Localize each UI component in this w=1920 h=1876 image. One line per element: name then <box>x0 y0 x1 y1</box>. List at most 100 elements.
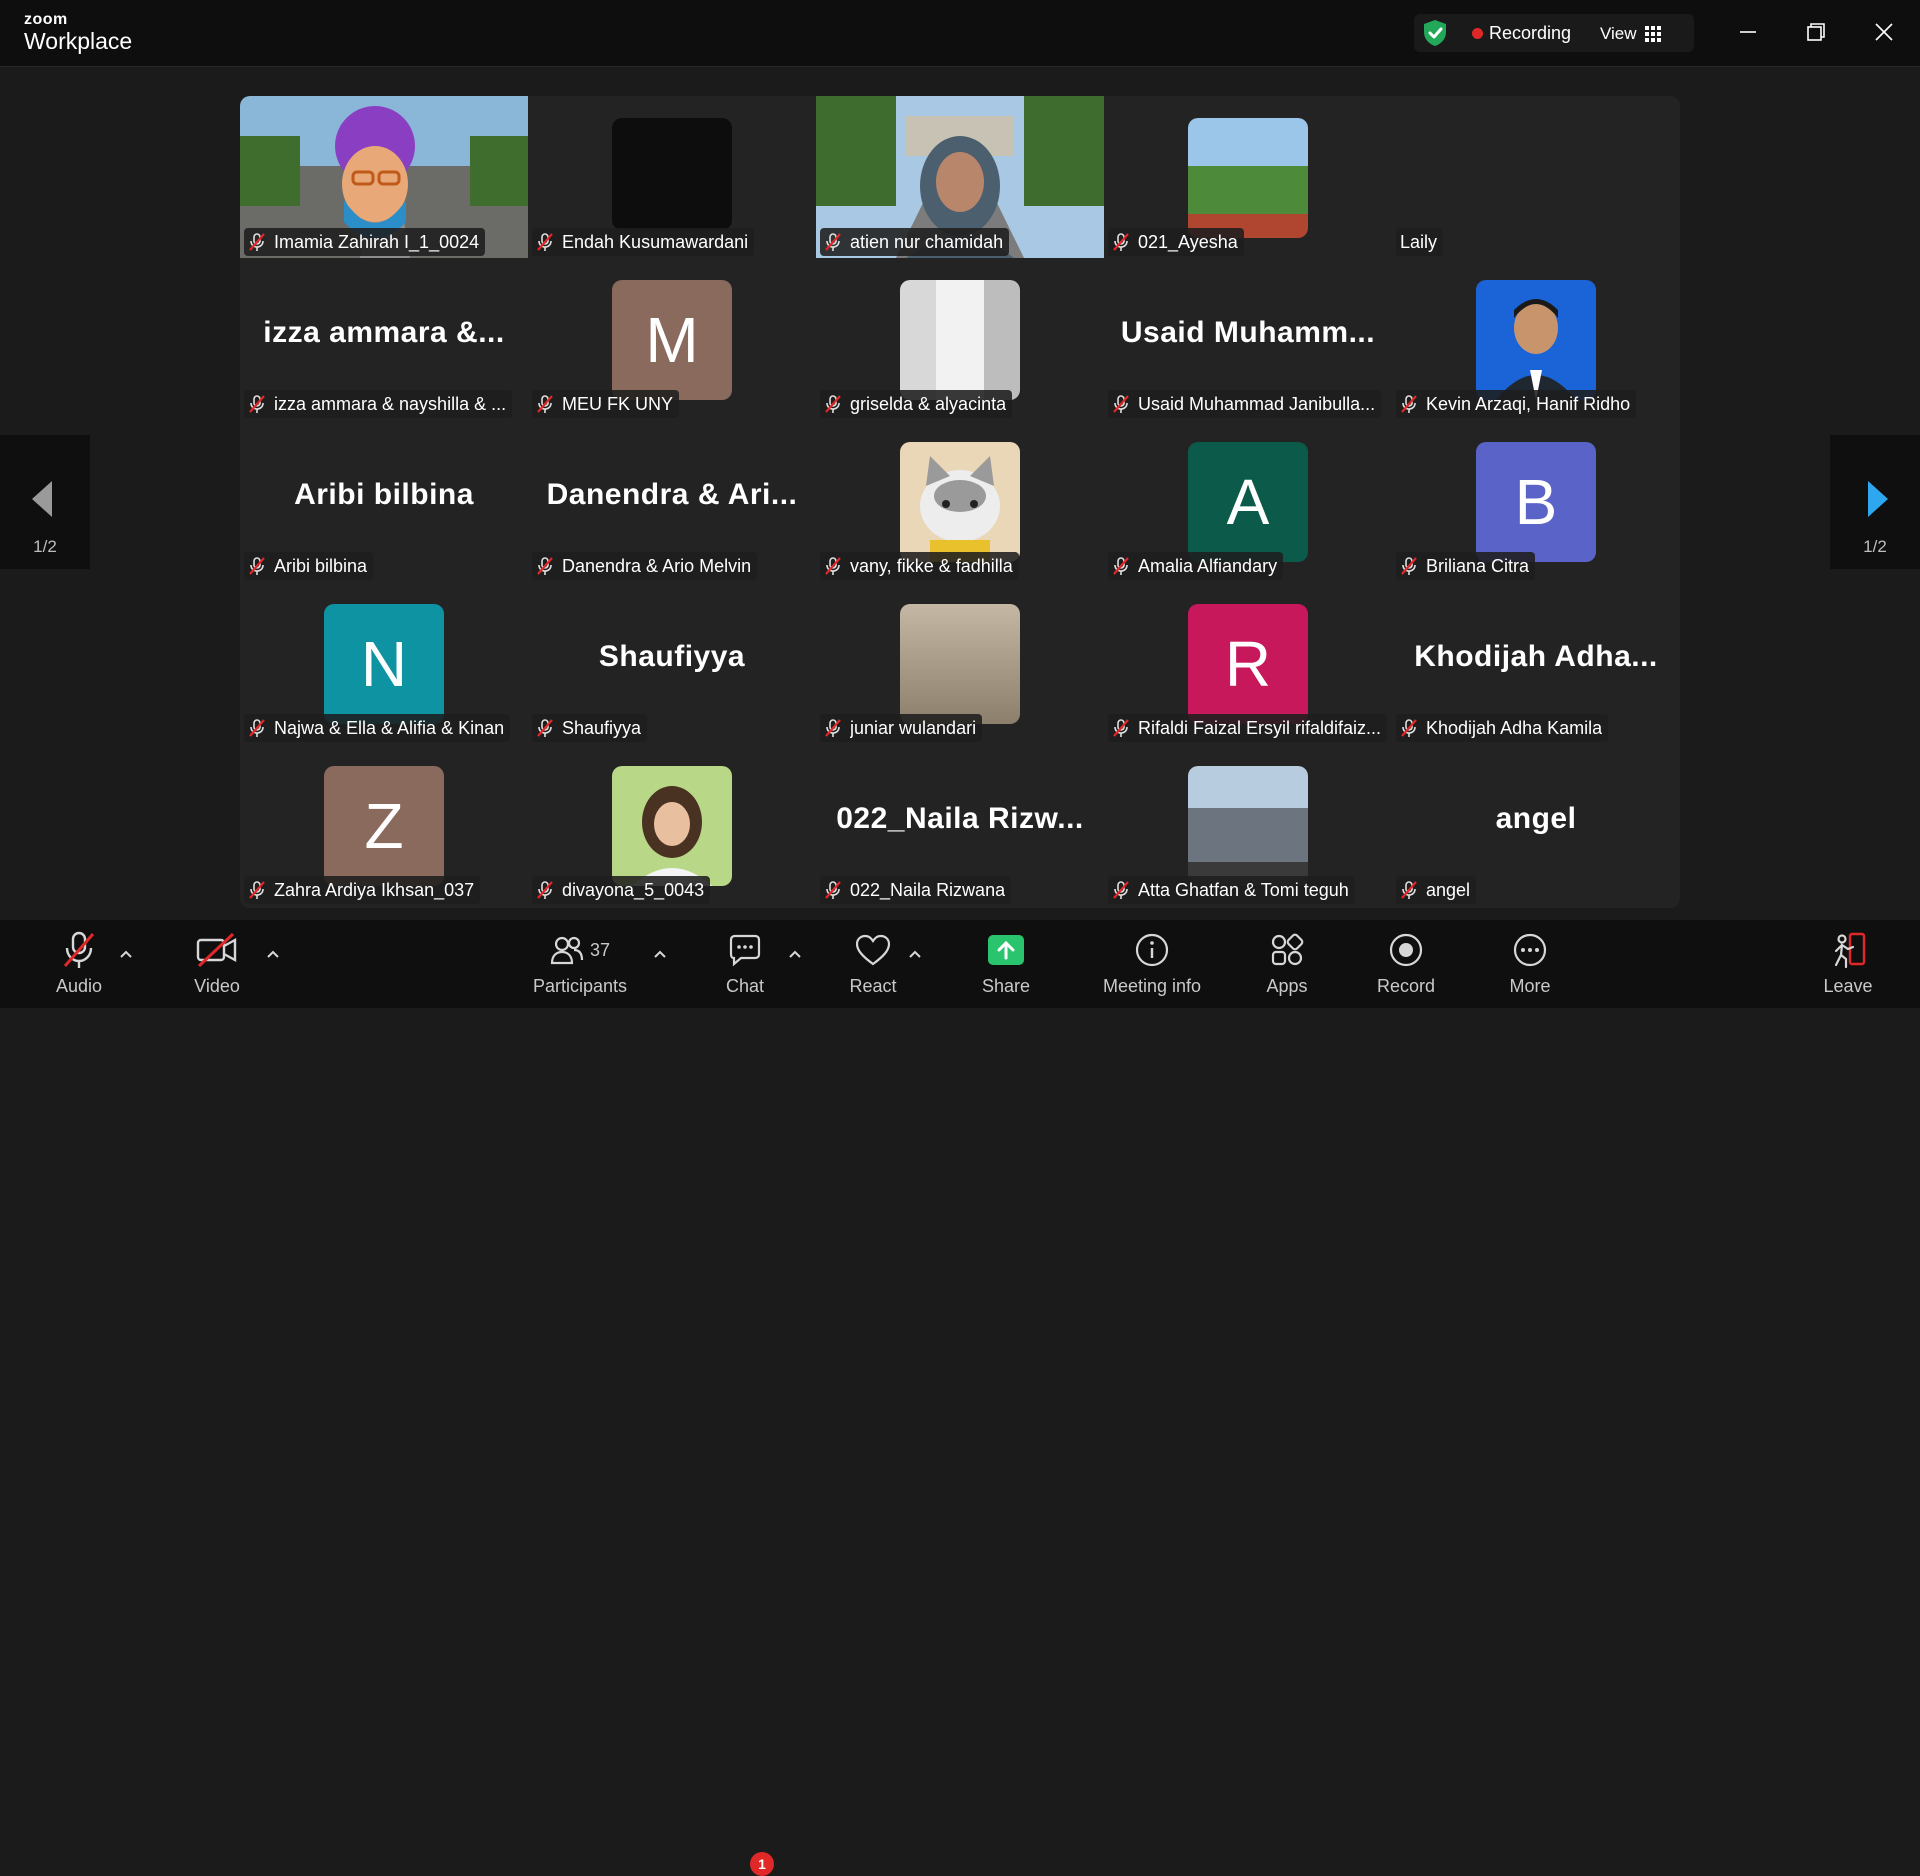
participant-name-label: Briliana Citra <box>1396 552 1536 580</box>
participant-name: Amalia Alfiandary <box>1138 555 1278 576</box>
react-button[interactable]: React <box>838 928 908 1004</box>
participant-tile[interactable]: Endah Kusumawardani <box>528 96 816 258</box>
minimize-button[interactable] <box>1728 14 1768 50</box>
participant-tile[interactable]: Kevin Arzaqi, Hanif Ridho <box>1392 258 1680 420</box>
title-bar: zoom Workplace Recording View <box>0 0 1920 67</box>
participant-tile[interactable]: A Amalia Alfiandary <box>1104 420 1392 582</box>
video-button[interactable]: Video <box>182 928 252 1004</box>
participant-name: 022_Naila Rizwana <box>850 879 1006 900</box>
share-screen-icon <box>988 935 1024 965</box>
participant-display-name: Shaufiyya <box>598 640 746 673</box>
previous-page-button[interactable]: 1/2 <box>0 435 90 569</box>
participant-name: Shaufiyya <box>562 717 642 738</box>
participant-name: izza ammara & nayshilla & ... <box>274 393 507 414</box>
participant-tile[interactable]: N Najwa & Ella & Alifia & Kinan <box>240 582 528 744</box>
leave-label: Leave <box>1823 976 1873 996</box>
arrow-left-icon <box>32 481 52 517</box>
info-icon <box>1135 933 1169 967</box>
view-label: View <box>1600 24 1637 43</box>
react-label: React <box>849 976 897 996</box>
share-button[interactable]: Share <box>971 928 1041 1004</box>
muted-microphone-icon <box>536 556 554 576</box>
page-indicator-left: 1/2 <box>33 537 57 556</box>
participant-tile[interactable]: vany, fikke & fadhilla <box>816 420 1104 582</box>
participant-name: Zahra Ardiya Ikhsan_037 <box>274 879 475 900</box>
participant-tile[interactable]: Imamia Zahirah I_1_0024 <box>240 96 528 258</box>
participant-display-name: Aribi bilbina <box>294 478 474 511</box>
participant-name-label: 022_Naila Rizwana <box>820 876 1012 904</box>
participant-name: Endah Kusumawardani <box>562 231 749 252</box>
participant-name: Rifaldi Faizal Ersyil rifaldifaiz... <box>1138 717 1382 738</box>
security-shield-icon[interactable] <box>1420 18 1450 48</box>
participant-name-label: 021_Ayesha <box>1108 228 1244 256</box>
participant-initial-avatar: Z <box>324 766 444 886</box>
participant-name: 021_Ayesha <box>1138 231 1238 252</box>
participant-tile[interactable]: 022_Naila Rizw... 022_Naila Rizwana <box>816 744 1104 906</box>
restore-button[interactable] <box>1796 14 1836 50</box>
participant-tile[interactable]: Atta Ghatfan & Tomi teguh <box>1104 744 1392 906</box>
participant-display-name: Khodijah Adha... <box>1414 640 1658 673</box>
leave-button[interactable]: Leave <box>1813 928 1883 1004</box>
participant-name: angel <box>1426 879 1471 900</box>
muted-microphone-icon <box>1112 880 1130 900</box>
participant-tile[interactable]: Danendra & Ari... Danendra & Ario Melvin <box>528 420 816 582</box>
participant-name-label: Laily <box>1396 228 1444 256</box>
participants-options-caret-icon[interactable] <box>651 946 669 964</box>
video-options-caret-icon[interactable] <box>264 946 282 964</box>
muted-microphone-icon <box>536 718 554 738</box>
participant-name-label: Danendra & Ario Melvin <box>532 552 758 580</box>
participant-tile[interactable]: Z Zahra Ardiya Ikhsan_037 <box>240 744 528 906</box>
participant-initial-avatar: R <box>1188 604 1308 724</box>
muted-microphone-icon <box>248 394 266 414</box>
participant-tile[interactable]: Aribi bilbina Aribi bilbina <box>240 420 528 582</box>
participant-tile[interactable]: atien nur chamidah <box>816 96 1104 258</box>
apps-label: Apps <box>1266 976 1308 996</box>
muted-microphone-icon <box>1112 556 1130 576</box>
participant-tile[interactable]: 021_Ayesha <box>1104 96 1392 258</box>
participant-tile[interactable]: M MEU FK UNY <box>528 258 816 420</box>
participant-tile[interactable]: griselda & alyacinta <box>816 258 1104 420</box>
participant-tile[interactable]: Shaufiyya Shaufiyya <box>528 582 816 744</box>
recording-label[interactable]: Recording <box>1489 23 1571 44</box>
participant-name-label: divayona_5_0043 <box>532 876 711 904</box>
participant-display-name: izza ammara &... <box>263 316 505 349</box>
participants-button[interactable]: 37 Participants <box>528 928 632 1004</box>
close-button[interactable] <box>1864 14 1904 50</box>
participant-tile[interactable]: izza ammara &... izza ammara & nayshilla … <box>240 258 528 420</box>
logo-zoom-text: zoom <box>24 11 68 28</box>
record-button[interactable]: Record <box>1371 928 1441 1004</box>
audio-button[interactable]: Audio <box>44 928 114 1004</box>
react-options-caret-icon[interactable] <box>906 946 924 964</box>
participant-tile[interactable]: Usaid Muhamm... Usaid Muhammad Janibulla.… <box>1104 258 1392 420</box>
muted-microphone-icon <box>536 880 554 900</box>
chat-button[interactable]: Chat <box>710 928 780 1004</box>
participant-name-label: Aribi bilbina <box>244 552 374 580</box>
apps-button[interactable]: Apps <box>1252 928 1322 1004</box>
participant-initial-avatar: M <box>612 280 732 400</box>
participant-tile[interactable]: angel angel <box>1392 744 1680 906</box>
participant-tile[interactable]: R Rifaldi Faizal Ersyil rifaldifaiz... <box>1104 582 1392 744</box>
participant-name: Imamia Zahirah I_1_0024 <box>274 231 480 252</box>
meeting-info-button[interactable]: Meeting info <box>1096 928 1208 1004</box>
view-button[interactable]: View <box>1600 21 1661 47</box>
arrow-right-icon <box>1868 481 1888 517</box>
participant-tile[interactable]: juniar wulandari <box>816 582 1104 744</box>
logo-workplace-text: Workplace <box>24 28 133 54</box>
chat-options-caret-icon[interactable] <box>786 946 804 964</box>
next-page-button[interactable]: 1/2 <box>1830 435 1920 569</box>
audio-options-caret-icon[interactable] <box>117 946 135 964</box>
participant-name-label: Khodijah Adha Kamila <box>1396 714 1609 742</box>
participant-tile[interactable]: divayona_5_0043 <box>528 744 816 906</box>
participant-tile[interactable]: B Briliana Citra <box>1392 420 1680 582</box>
participant-name: Kevin Arzaqi, Hanif Ridho <box>1426 393 1631 414</box>
participant-tile[interactable]: Khodijah Adha... Khodijah Adha Kamila <box>1392 582 1680 744</box>
participants-count: 37 <box>589 939 611 960</box>
more-button[interactable]: More <box>1495 928 1565 1004</box>
muted-microphone-icon <box>248 556 266 576</box>
participant-name-label: Rifaldi Faizal Ersyil rifaldifaiz... <box>1108 714 1388 742</box>
participant-display-name: 022_Naila Rizw... <box>836 802 1084 835</box>
participant-name: Aribi bilbina <box>274 555 368 576</box>
zoom-workplace-logo: zoom Workplace <box>24 12 132 53</box>
muted-microphone-icon <box>1400 718 1418 738</box>
participant-tile[interactable]: Laily <box>1392 96 1680 258</box>
